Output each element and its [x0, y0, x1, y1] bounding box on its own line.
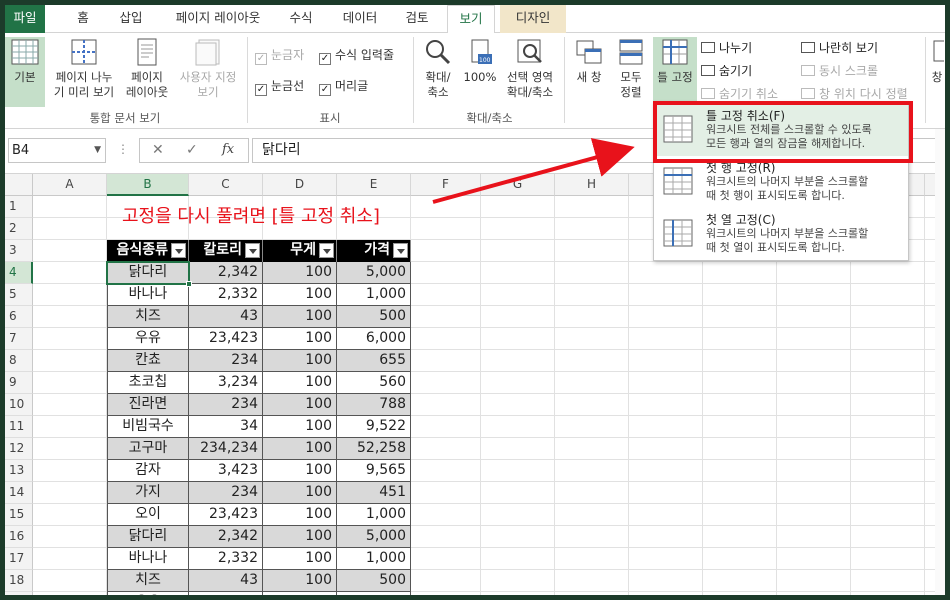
- description-line: 때 첫 행이 표시되도록 합니다.: [706, 189, 845, 202]
- freeze-menu-item-1[interactable]: 첫 행 고정(R) 워크시트의 나머지 부분을 스크롤할 때 첫 행이 표시되도록 …: [654, 156, 908, 208]
- description-line: 워크시트의 나머지 부분을 스크롤할: [706, 227, 869, 240]
- description-line: 때 첫 열이 표시되도록 합니다.: [706, 241, 845, 254]
- freeze-option-icon: [663, 219, 693, 247]
- highlight-box: [653, 101, 913, 163]
- freeze-menu-description: 워크시트의 나머지 부분을 스크롤할 때 첫 열이 표시되도록 합니다.: [706, 227, 868, 255]
- freeze-menu-item-2[interactable]: 첫 열 고정(C) 워크시트의 나머지 부분을 스크롤할 때 첫 열이 표시되도록 …: [654, 208, 908, 260]
- freeze-option-icon: [663, 167, 693, 195]
- annotation-arrow: [432, 138, 635, 204]
- freeze-menu-title: 첫 열 고정(C): [706, 213, 776, 227]
- excel-window: 파일 홈 삽입 페이지 레이아웃 수식 데이터 검토 보기 디자인 기본 페이지 나누 기 미리…: [0, 0, 950, 600]
- description-line: 워크시트의 나머지 부분을 스크롤할: [706, 175, 869, 188]
- vertical-scrollbar[interactable]: [935, 129, 945, 595]
- freeze-menu-description: 워크시트의 나머지 부분을 스크롤할 때 첫 행이 표시되도록 합니다.: [706, 175, 868, 203]
